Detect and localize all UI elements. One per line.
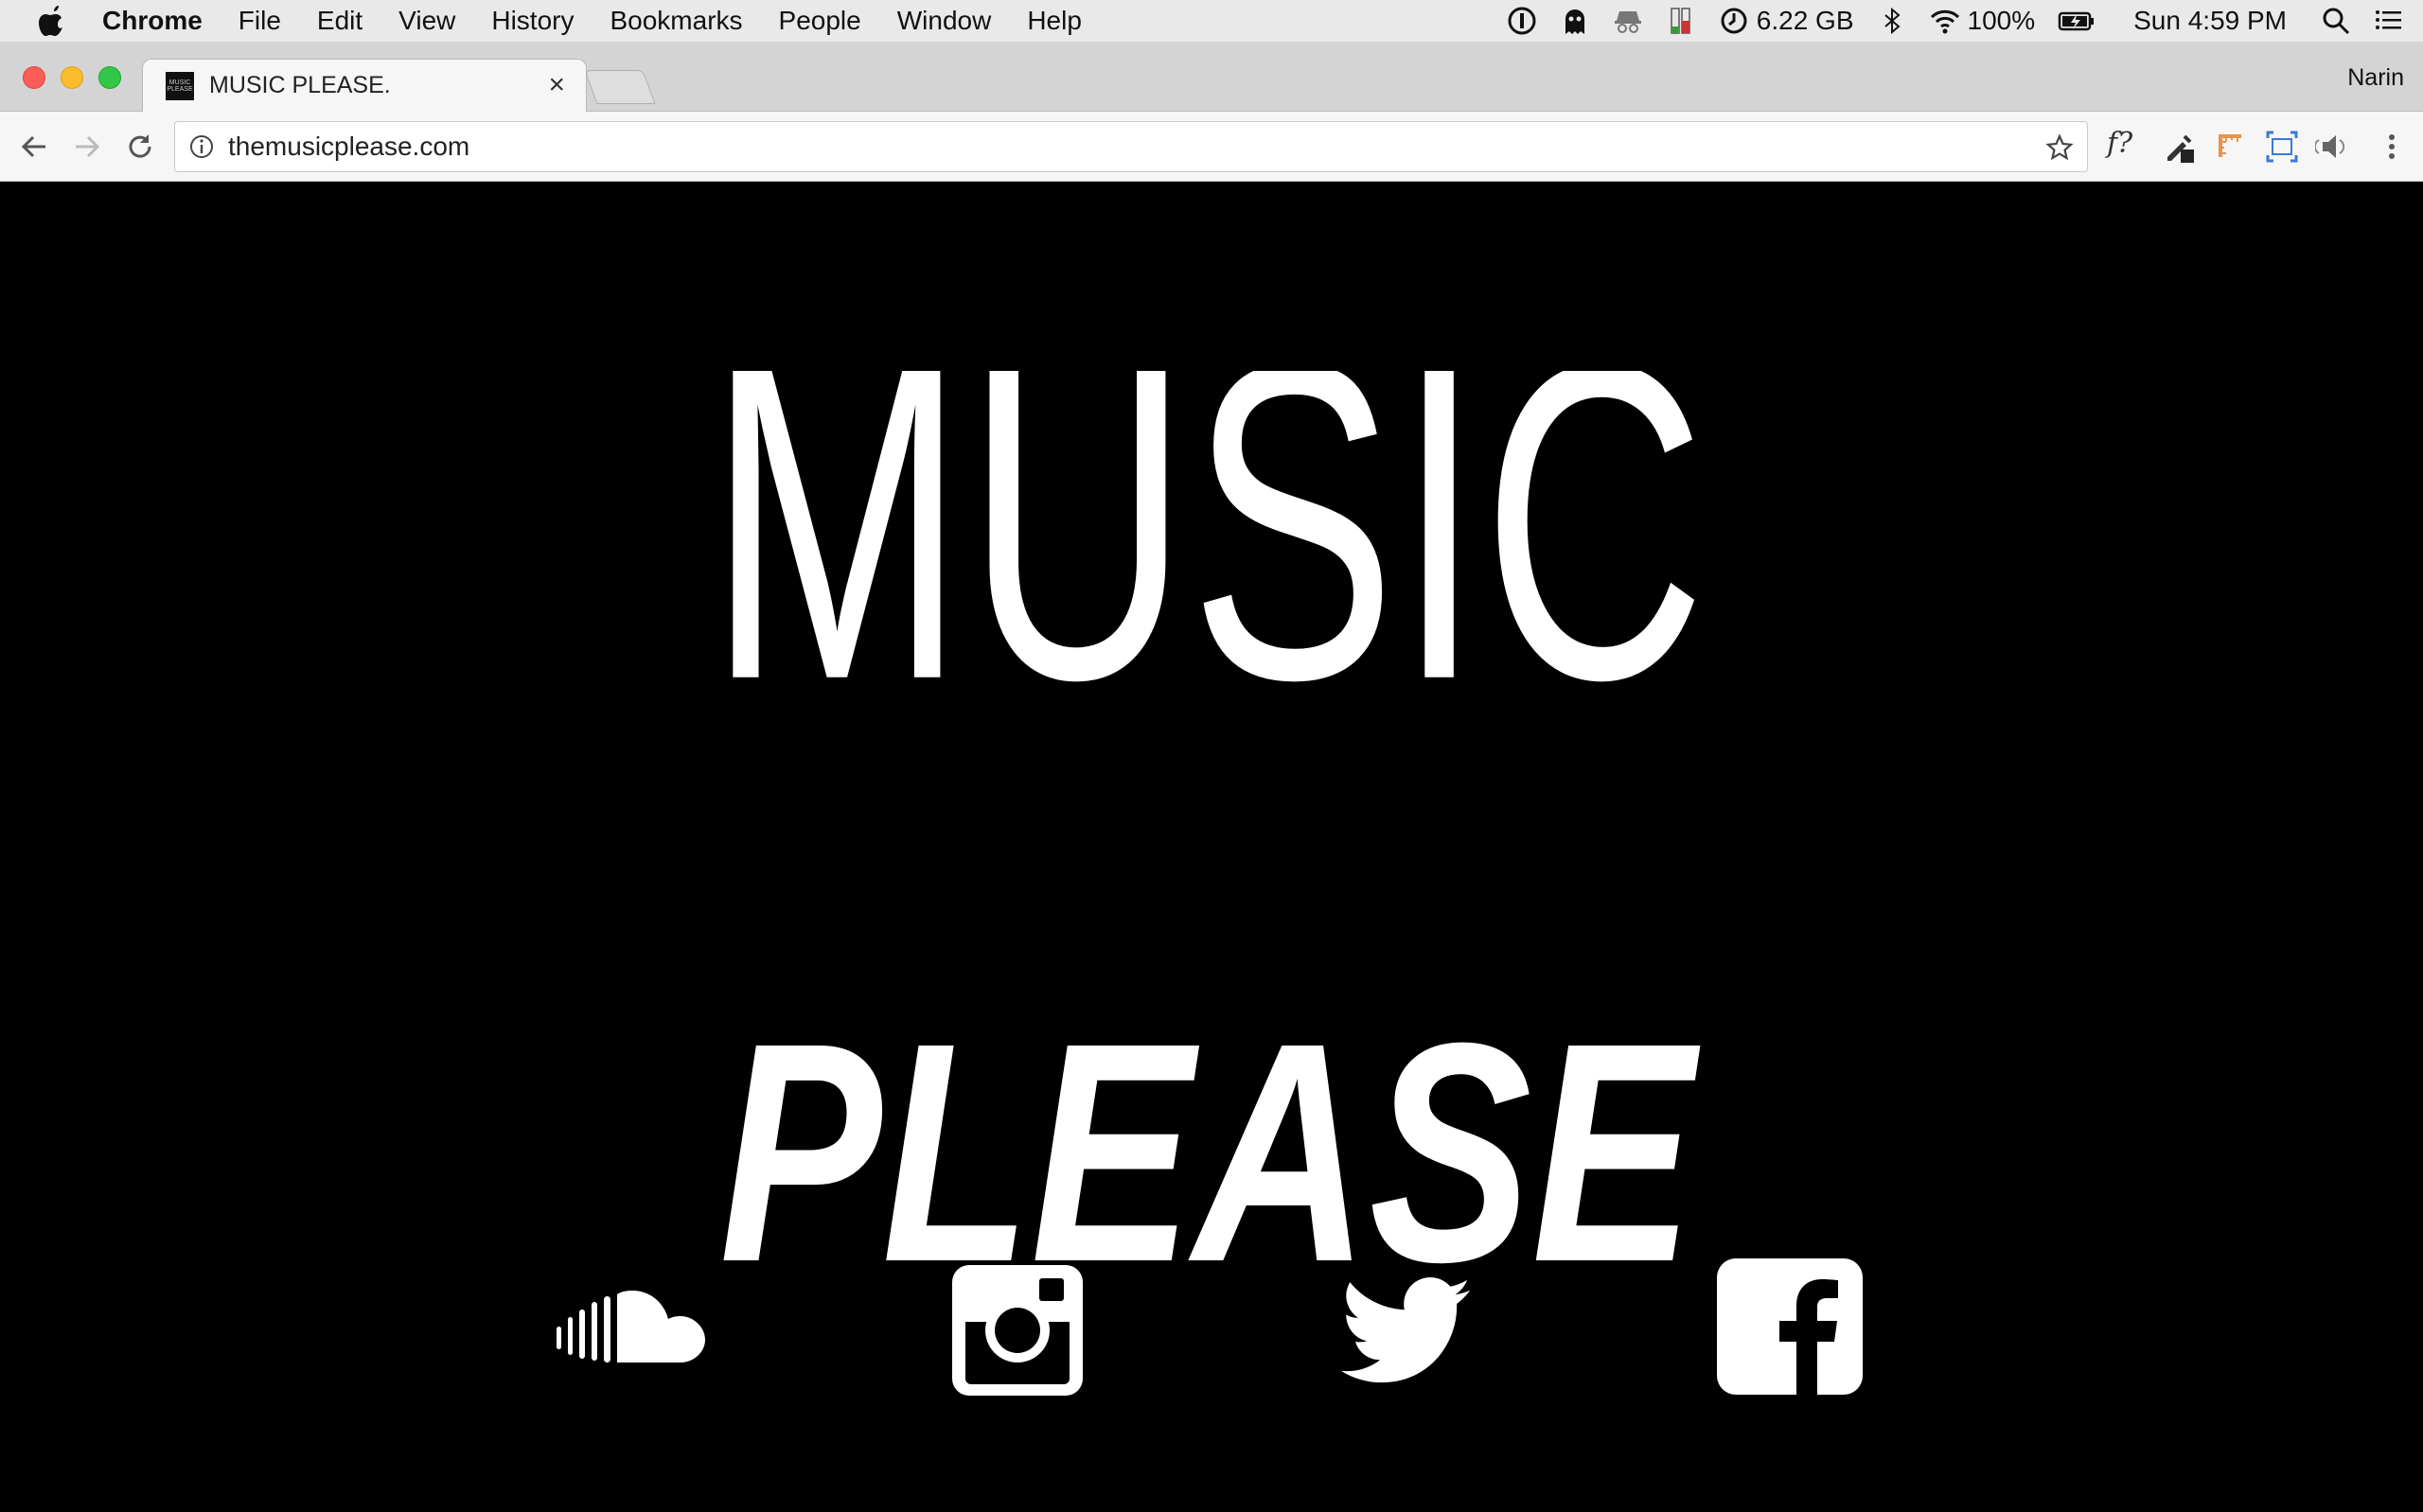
menu-help[interactable]: Help: [1027, 6, 1082, 36]
bookmark-star-icon[interactable]: [2045, 133, 2074, 162]
favicon-text: MUSIC PLEASE: [167, 79, 193, 93]
music-please-logo: MUSIC PLEASE: [708, 371, 1707, 1279]
tab-strip: MUSIC PLEASE MUSIC PLEASE. × Narin: [0, 42, 2423, 112]
tab-music-please[interactable]: MUSIC PLEASE MUSIC PLEASE. ×: [142, 59, 587, 112]
eyedropper-extension-icon[interactable]: [2162, 129, 2198, 165]
logo-line-please: PLEASE: [719, 977, 1703, 1279]
menu-window[interactable]: Window: [897, 6, 992, 36]
web-page: MUSIC PLEASE: [0, 182, 2423, 1512]
reload-icon[interactable]: [123, 130, 157, 164]
soundcloud-icon[interactable]: [557, 1289, 710, 1364]
profile-name[interactable]: Narin: [2347, 64, 2404, 92]
whatfont-extension-icon[interactable]: f?: [2107, 127, 2132, 160]
memory-usage-text: 6.22 GB: [1756, 6, 1854, 35]
menu-app-name[interactable]: Chrome: [102, 6, 203, 36]
chrome-menu-icon[interactable]: [2374, 129, 2410, 165]
menu-history[interactable]: History: [491, 6, 574, 36]
spacer: [557, 352, 710, 353]
audio-extension-icon[interactable]: [2315, 129, 2351, 165]
twitter-icon[interactable]: [1340, 1277, 1471, 1385]
window-close-button[interactable]: [23, 66, 45, 89]
password-manager-icon[interactable]: [1507, 6, 1537, 36]
battery-charging-icon[interactable]: [2058, 6, 2096, 36]
ghost-icon[interactable]: [1560, 6, 1590, 36]
address-bar[interactable]: themusicplease.com: [174, 121, 2088, 172]
menu-people[interactable]: People: [779, 6, 861, 36]
menu-file[interactable]: File: [239, 6, 281, 36]
site-info-icon[interactable]: [188, 133, 215, 160]
new-tab-button[interactable]: [584, 70, 656, 104]
url-text[interactable]: themusicplease.com: [228, 132, 469, 162]
ruler-extension-icon[interactable]: [2213, 129, 2249, 165]
facebook-icon[interactable]: [1717, 1258, 1863, 1395]
browser-toolbar: themusicplease.com f?: [0, 112, 2423, 182]
battery-percent-text: 100%: [1967, 6, 2036, 35]
logo-line-music: MUSIC: [708, 371, 1707, 773]
screenshot-extension-icon[interactable]: [2264, 129, 2300, 165]
apple-icon[interactable]: [38, 5, 68, 37]
wifi-icon[interactable]: [1930, 6, 1960, 36]
menu-bookmarks[interactable]: Bookmarks: [610, 6, 742, 36]
instagram-icon[interactable]: [952, 1265, 1083, 1396]
menu-bar: Chrome File Edit View History Bookmarks …: [0, 0, 2423, 42]
menu-edit[interactable]: Edit: [317, 6, 363, 36]
notification-center-icon[interactable]: [2374, 6, 2404, 36]
window-minimize-button[interactable]: [61, 66, 83, 89]
memory-meter-icon[interactable]: [1666, 6, 1696, 36]
tab-favicon: MUSIC PLEASE: [166, 71, 194, 100]
spotlight-search-icon[interactable]: [2321, 6, 2351, 36]
incognito-icon[interactable]: [1613, 6, 1643, 36]
menubar-clock[interactable]: Sun 4:59 PM: [2133, 6, 2287, 36]
menu-view[interactable]: View: [398, 6, 455, 36]
forward-arrow-icon[interactable]: [70, 130, 104, 164]
activity-clock-icon[interactable]: [1719, 6, 1749, 36]
tab-title: MUSIC PLEASE.: [209, 72, 391, 98]
tab-close-icon[interactable]: ×: [548, 69, 565, 101]
back-arrow-icon[interactable]: [17, 130, 51, 164]
window-zoom-button[interactable]: [98, 66, 121, 89]
bluetooth-icon[interactable]: [1877, 6, 1907, 36]
